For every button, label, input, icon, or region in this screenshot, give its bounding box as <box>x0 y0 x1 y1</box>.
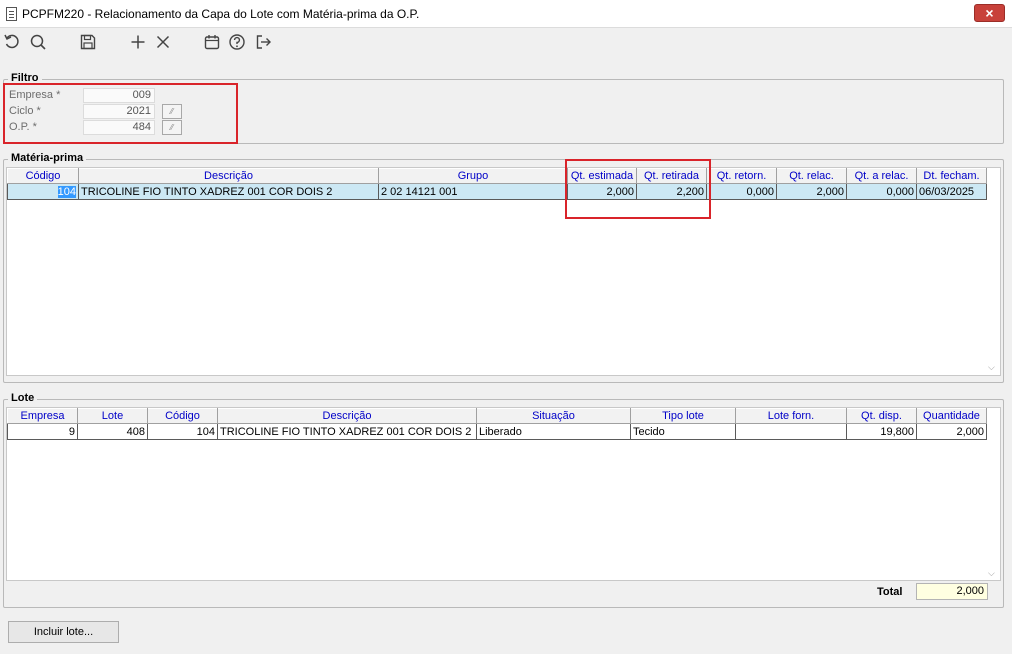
col-qt-relac[interactable]: Qt. relac. <box>776 168 847 184</box>
materia-prima-label: Matéria-prima <box>8 152 87 164</box>
cell-qt-relac[interactable]: 2,000 <box>776 183 847 200</box>
cell-empresa[interactable]: 9 <box>7 423 78 440</box>
close-button[interactable]: × <box>974 4 1005 22</box>
cell-quantidade[interactable]: 2,000 <box>916 423 987 440</box>
materia-prima-grid[interactable]: Código Descrição Grupo Qt. estimada Qt. … <box>6 167 1001 376</box>
refresh-icon[interactable] <box>2 32 22 52</box>
col-qt-a-relac[interactable]: Qt. a relac. <box>846 168 917 184</box>
search-icon[interactable] <box>28 32 48 52</box>
cell-descricao[interactable]: TRICOLINE FIO TINTO XADREZ 001 COR DOIS … <box>78 183 379 200</box>
col-grupo[interactable]: Grupo <box>378 168 568 184</box>
col-qt-retorn[interactable]: Qt. retorn. <box>706 168 777 184</box>
cell-dt-fecham[interactable]: 06/03/2025 <box>916 183 987 200</box>
col-qt-disp[interactable]: Qt. disp. <box>846 408 917 424</box>
col-lote-forn[interactable]: Lote forn. <box>735 408 847 424</box>
col-tipo-lote[interactable]: Tipo lote <box>630 408 736 424</box>
cell-codigo[interactable]: 104 <box>7 183 79 200</box>
col-codigo[interactable]: Código <box>7 168 79 184</box>
materia-prima-table: Código Descrição Grupo Qt. estimada Qt. … <box>7 168 987 200</box>
help-icon[interactable] <box>227 32 247 52</box>
cell-situacao[interactable]: Liberado <box>476 423 631 440</box>
toolbar <box>0 28 1012 56</box>
add-icon[interactable] <box>128 32 148 52</box>
total-value: 2,000 <box>916 583 988 600</box>
total-label: Total <box>877 586 903 598</box>
cell-qt-a-relac[interactable]: 0,000 <box>846 183 917 200</box>
cell-grupo[interactable]: 2 02 14121 001 <box>378 183 568 200</box>
col-lote[interactable]: Lote <box>77 408 148 424</box>
filter-highlight-box <box>3 83 238 144</box>
lote-label: Lote <box>8 392 38 404</box>
qty-highlight-box <box>565 159 711 219</box>
cell-descricao[interactable]: TRICOLINE FIO TINTO XADREZ 001 COR DOIS … <box>217 423 477 440</box>
title-bar: PCPFM220 - Relacionamento da Capa do Lot… <box>0 0 1012 28</box>
scroll-down-icon[interactable]: ⌵ <box>988 568 996 578</box>
window-title: PCPFM220 - Relacionamento da Capa do Lot… <box>22 7 420 21</box>
delete-icon[interactable] <box>153 32 173 52</box>
col-codigo[interactable]: Código <box>147 408 218 424</box>
cell-qt-disp[interactable]: 19,800 <box>846 423 917 440</box>
incluir-lote-button[interactable]: Incluir lote... <box>8 621 119 643</box>
cell-codigo[interactable]: 104 <box>147 423 218 440</box>
col-quantidade[interactable]: Quantidade <box>916 408 987 424</box>
col-dt-fecham[interactable]: Dt. fecham. <box>916 168 987 184</box>
col-descricao[interactable]: Descrição <box>78 168 379 184</box>
exit-icon[interactable] <box>253 32 273 52</box>
col-empresa[interactable]: Empresa <box>7 408 78 424</box>
document-icon <box>6 7 17 21</box>
lote-table: Empresa Lote Código Descrição Situação T… <box>7 408 987 440</box>
calendar-icon[interactable] <box>202 32 222 52</box>
col-descricao[interactable]: Descrição <box>217 408 477 424</box>
cell-lote-forn[interactable] <box>735 423 847 440</box>
cell-qt-retorn[interactable]: 0,000 <box>706 183 777 200</box>
table-row[interactable]: 9 408 104 TRICOLINE FIO TINTO XADREZ 001… <box>7 423 987 440</box>
save-icon[interactable] <box>78 32 98 52</box>
col-situacao[interactable]: Situação <box>476 408 631 424</box>
lote-grid[interactable]: Empresa Lote Código Descrição Situação T… <box>6 407 1001 581</box>
cell-lote[interactable]: 408 <box>77 423 148 440</box>
cell-tipo-lote[interactable]: Tecido <box>630 423 736 440</box>
table-row[interactable]: 104 TRICOLINE FIO TINTO XADREZ 001 COR D… <box>7 183 987 200</box>
scroll-down-icon[interactable]: ⌵ <box>988 362 996 372</box>
